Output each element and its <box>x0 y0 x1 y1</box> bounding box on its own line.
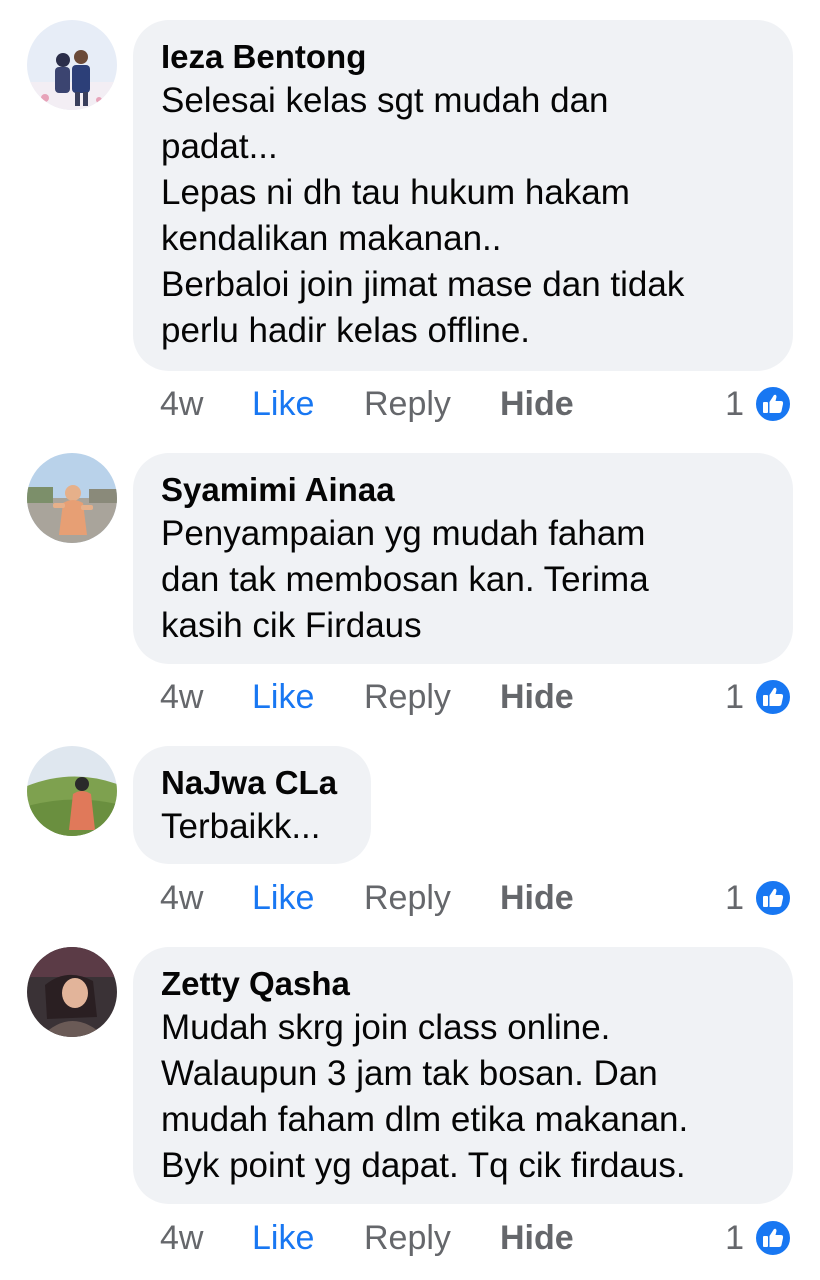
comment-text-line: padat... <box>161 127 278 166</box>
avatar-photo <box>27 453 117 543</box>
comment-text-line: Berbaloi join jimat mase dan tidak <box>161 265 685 304</box>
like-reaction-icon[interactable] <box>754 1219 792 1257</box>
comment-text-line: perlu hadir kelas offline. <box>161 311 531 350</box>
comment-author[interactable]: Ieza Bentong <box>161 36 765 78</box>
comment-text-line: mudah faham dlm etika makanan. <box>161 1100 689 1139</box>
like-reaction-icon[interactable] <box>754 385 792 423</box>
comment-timestamp[interactable]: 4w <box>160 875 203 921</box>
avatar[interactable] <box>27 947 117 1037</box>
reply-button[interactable]: Reply <box>364 875 451 921</box>
like-button[interactable]: Like <box>252 1215 314 1261</box>
like-button[interactable]: Like <box>252 381 314 427</box>
comment-text-line: Mudah skrg join class online. <box>161 1008 611 1047</box>
reply-button[interactable]: Reply <box>364 381 451 427</box>
comment-actions: 4w Like Reply Hide 1 <box>160 674 792 720</box>
comment-author[interactable]: NaJwa CLa <box>161 762 343 804</box>
comment-actions: 4w Like Reply Hide 1 <box>160 875 792 921</box>
reaction-count[interactable]: 1 <box>725 1215 744 1261</box>
comment-actions: 4w Like Reply Hide 1 <box>160 381 792 427</box>
comment-bubble: Syamimi Ainaa Penyampaian yg mudah faham… <box>133 453 793 664</box>
comment-text-line: kasih cik Firdaus <box>161 606 422 645</box>
comment-actions: 4w Like Reply Hide 1 <box>160 1215 792 1261</box>
avatar-photo <box>27 746 117 836</box>
like-button[interactable]: Like <box>252 674 314 720</box>
like-reaction-icon[interactable] <box>754 678 792 716</box>
reaction-count[interactable]: 1 <box>725 875 744 921</box>
comment-timestamp[interactable]: 4w <box>160 674 203 720</box>
avatar-photo <box>27 20 117 110</box>
comment-text-line: Walaupun 3 jam tak bosan. Dan <box>161 1054 658 1093</box>
comment-bubble: NaJwa CLa Terbaikk... <box>133 746 371 864</box>
avatar[interactable] <box>27 746 117 836</box>
comment-bubble: Ieza Bentong Selesai kelas sgt mudah dan… <box>133 20 793 371</box>
comment-timestamp[interactable]: 4w <box>160 381 203 427</box>
hide-button[interactable]: Hide <box>500 674 574 720</box>
avatar-photo <box>27 947 117 1037</box>
reply-button[interactable]: Reply <box>364 674 451 720</box>
hide-button[interactable]: Hide <box>500 875 574 921</box>
reaction-count[interactable]: 1 <box>725 381 744 427</box>
comment-text-line: Selesai kelas sgt mudah dan <box>161 81 609 120</box>
avatar[interactable] <box>27 453 117 543</box>
comment-text-line: kendalikan makanan.. <box>161 219 502 258</box>
like-reaction-icon[interactable] <box>754 879 792 917</box>
comment-text-line: Terbaikk... <box>161 807 321 846</box>
comment-author[interactable]: Syamimi Ainaa <box>161 469 765 511</box>
reaction-count[interactable]: 1 <box>725 674 744 720</box>
comment-text-line: Penyampaian yg mudah faham <box>161 514 646 553</box>
comment-timestamp[interactable]: 4w <box>160 1215 203 1261</box>
like-button[interactable]: Like <box>252 875 314 921</box>
comment-text-line: Byk point yg dapat. Tq cik firdaus. <box>161 1146 686 1185</box>
reply-button[interactable]: Reply <box>364 1215 451 1261</box>
avatar[interactable] <box>27 20 117 110</box>
comment-bubble: Zetty Qasha Mudah skrg join class online… <box>133 947 793 1204</box>
comment-text-line: dan tak membosan kan. Terima <box>161 560 649 599</box>
hide-button[interactable]: Hide <box>500 1215 574 1261</box>
comment-author[interactable]: Zetty Qasha <box>161 963 765 1005</box>
comment-text-line: Lepas ni dh tau hukum hakam <box>161 173 630 212</box>
hide-button[interactable]: Hide <box>500 381 574 427</box>
